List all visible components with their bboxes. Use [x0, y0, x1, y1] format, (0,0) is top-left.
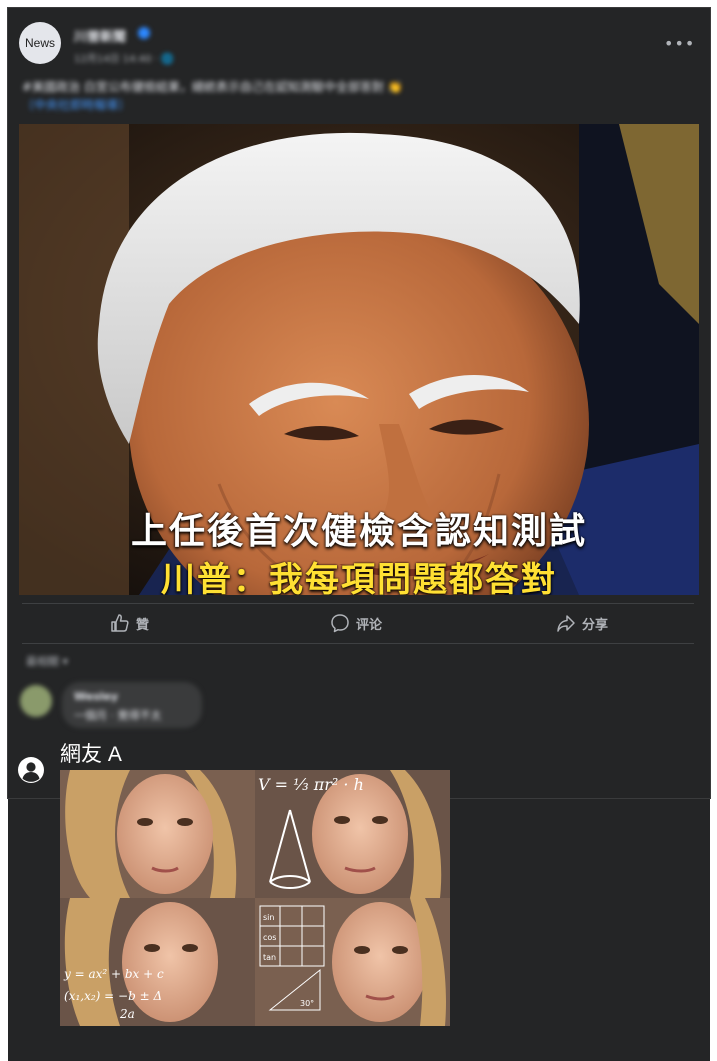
post-image[interactable]: 上任後首次健檢含認知測試 川普：我每項問題都答對 — [19, 124, 699, 595]
comment-bubble-icon — [331, 614, 349, 633]
svg-text:tan: tan — [263, 953, 276, 962]
svg-text:cos: cos — [263, 933, 276, 942]
svg-text:(x₁,x₂) = −b ± Δ: (x₁,x₂) = −b ± Δ — [64, 989, 162, 1003]
share-button[interactable]: 分享 — [556, 611, 608, 635]
more-horizontal-icon[interactable]: ••• — [664, 34, 695, 53]
svg-text:30°: 30° — [300, 999, 314, 1008]
headline-line-2: 川普：我每項問題都答對 — [161, 560, 557, 595]
caption-line-2[interactable]: 〔中央社即時報導〕 — [22, 96, 662, 114]
caption-line-1: #美國政治 白宮公布健檢結果，總統表示自己在認知測驗中全部答對 👏 — [22, 80, 403, 94]
post-card: News 川普新聞 12月14日 14:40 · 🌐 ••• #美國政治 白宮公… — [8, 8, 710, 798]
comment-text: 一個月 · 覺得不太 — [74, 709, 162, 722]
post-caption: #美國政治 白宮公布健檢結果，總統表示自己在認知測驗中全部答對 👏 〔中央社即時… — [22, 78, 662, 114]
svg-text:y = ax² + bx + c: y = ax² + bx + c — [63, 967, 164, 981]
actions-divider-bottom — [22, 643, 694, 644]
like-label: 贊 — [136, 617, 150, 633]
headline-line-1: 上任後首次健檢含認知測試 — [130, 511, 587, 552]
feed-frame: News 川普新聞 12月14日 14:40 · 🌐 ••• #美國政治 白宮公… — [8, 8, 710, 1061]
reply-user-name[interactable]: 網友 A — [60, 738, 122, 768]
svg-text:V = ⅓ πr² · h: V = ⅓ πr² · h — [258, 775, 364, 794]
share-arrow-icon — [557, 615, 575, 632]
commenter-avatar[interactable] — [20, 685, 52, 717]
comment-sort-dropdown[interactable]: 最相關 ▾ — [26, 653, 68, 669]
comment-button[interactable]: 评论 — [330, 611, 382, 635]
share-label: 分享 — [582, 617, 609, 633]
comment-label: 评论 — [356, 617, 383, 633]
user-avatar-icon — [18, 757, 44, 783]
like-button[interactable]: 贊 — [110, 611, 149, 635]
actions-divider-top — [22, 603, 694, 604]
verified-icon — [138, 27, 150, 39]
commenter-name[interactable]: Wesley — [74, 690, 118, 703]
thumbs-up-icon — [111, 614, 129, 632]
comment-bubble: Wesley 一個月 · 覺得不太 — [62, 682, 202, 728]
svg-text:2a: 2a — [119, 1007, 135, 1021]
confused-math-meme: V = ⅓ πr² · h y = ax² + bx + c (x₁,x₂) =… — [60, 770, 450, 1026]
svg-text:sin: sin — [263, 913, 274, 922]
page-name[interactable]: 川普新聞 — [74, 26, 126, 45]
avatar-text: News — [24, 36, 55, 50]
post-timestamp[interactable]: 12月14日 14:40 · 🌐 — [74, 50, 173, 65]
page-avatar[interactable]: News — [19, 22, 61, 64]
reply-meme-image[interactable]: V = ⅓ πr² · h y = ax² + bx + c (x₁,x₂) =… — [60, 770, 450, 1026]
